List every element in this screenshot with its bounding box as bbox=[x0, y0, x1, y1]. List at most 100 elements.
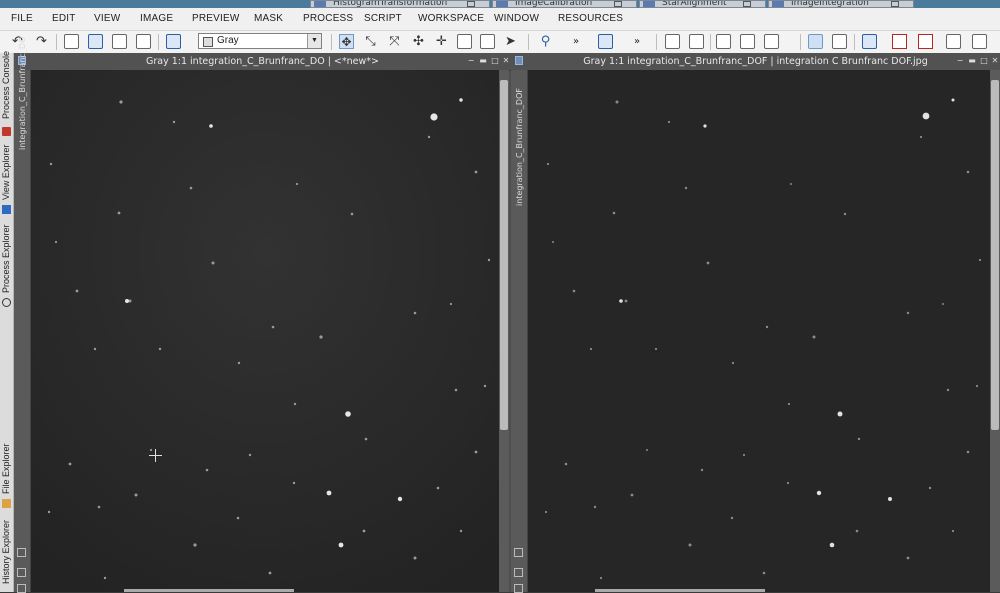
open-image-icon[interactable] bbox=[88, 34, 103, 49]
stf-link-icon[interactable] bbox=[740, 34, 755, 49]
more-tools-icon[interactable]: » bbox=[573, 36, 579, 47]
chevron-down-icon[interactable]: ▼ bbox=[307, 34, 321, 48]
mask-show-icon[interactable] bbox=[665, 34, 680, 49]
minimize-icon[interactable]: − bbox=[956, 57, 964, 65]
scrollbar-thumb[interactable] bbox=[500, 80, 508, 430]
process-tab-label: ImageCalibration bbox=[515, 0, 592, 8]
process-tab-star-alignment[interactable]: StarAlignment bbox=[639, 0, 766, 8]
process-tab-label: HistogramTransformation bbox=[333, 0, 447, 8]
starfield-image-left[interactable] bbox=[31, 70, 499, 592]
view-identifier-bar[interactable]: integration_C_Brunfranc_DO bbox=[14, 70, 31, 592]
side-tab-label: File Explorer bbox=[1, 443, 11, 494]
close-image-icon[interactable] bbox=[136, 34, 151, 49]
toolbar-separator bbox=[56, 34, 57, 50]
monitor-icon[interactable] bbox=[808, 34, 823, 49]
image-window-left[interactable]: Gray 1:1 integration_C_Brunfranc_DO | <*… bbox=[14, 53, 511, 592]
maximize-icon[interactable] bbox=[891, 1, 899, 7]
shade-icon[interactable]: ▬ bbox=[968, 57, 976, 65]
readout-mode-icon[interactable]: ✥ bbox=[339, 34, 354, 49]
color-space-icon[interactable] bbox=[166, 34, 181, 49]
redo-icon[interactable]: ↷ bbox=[34, 34, 49, 49]
close-icon[interactable]: ✕ bbox=[502, 57, 510, 65]
stf-icon[interactable] bbox=[716, 34, 731, 49]
gray-swatch-icon bbox=[203, 37, 213, 47]
side-tab-label: View Explorer bbox=[1, 145, 11, 200]
alpha-channel-icon[interactable] bbox=[918, 34, 933, 49]
side-tab-label: History Explorer bbox=[1, 520, 11, 584]
starfield-image-right[interactable] bbox=[528, 70, 990, 592]
menu-script[interactable]: SCRIPT bbox=[364, 13, 402, 24]
sigma-icon bbox=[772, 1, 784, 8]
view-identifier: integration_C_Brunfranc_DO bbox=[18, 37, 27, 150]
zoom-out-mode-icon[interactable]: ⤧ bbox=[387, 34, 402, 49]
histogram-icon bbox=[314, 1, 326, 8]
process-tab-image-integration[interactable]: ImageIntegration bbox=[768, 0, 914, 8]
color-space-value: Gray bbox=[217, 34, 239, 48]
vertical-scrollbar[interactable] bbox=[499, 70, 509, 592]
process-icon[interactable] bbox=[598, 34, 613, 49]
process-tab-histogram-transformation[interactable]: HistogramTransformation bbox=[310, 0, 490, 8]
side-tab-label: Process Console bbox=[1, 51, 11, 119]
side-panel: Process Console View Explorer Process Ex… bbox=[0, 53, 14, 592]
window-title: Gray 1:1 integration_C_Brunfranc_DO | <*… bbox=[14, 56, 511, 67]
shade-icon[interactable]: ▬ bbox=[479, 57, 487, 65]
center-view-icon[interactable]: ✛ bbox=[434, 34, 449, 49]
layout-icon[interactable] bbox=[972, 34, 987, 49]
crosshair-cursor-icon bbox=[149, 449, 162, 462]
fit-view-icon[interactable] bbox=[17, 548, 26, 557]
zoom-in-mode-icon[interactable]: ⤡ bbox=[363, 34, 378, 49]
menu-preview[interactable]: PREVIEW bbox=[192, 13, 240, 24]
screen-transfer-icon[interactable] bbox=[832, 34, 847, 49]
minimize-icon[interactable]: − bbox=[467, 57, 475, 65]
save-image-icon[interactable] bbox=[112, 34, 127, 49]
maximize-icon[interactable] bbox=[467, 1, 475, 7]
window-title: Gray 1:1 integration_C_Brunfranc_DOF | i… bbox=[511, 56, 1000, 67]
toolbar-separator bbox=[158, 34, 159, 50]
view-identifier: integration_C_Brunfranc_DOF bbox=[515, 88, 524, 206]
stf-reset-icon[interactable] bbox=[764, 34, 779, 49]
vertical-scrollbar[interactable] bbox=[990, 70, 1000, 592]
new-image-icon[interactable] bbox=[64, 34, 79, 49]
menu-file[interactable]: FILE bbox=[11, 13, 33, 24]
menu-image[interactable]: IMAGE bbox=[140, 13, 173, 24]
edit-preview-icon[interactable] bbox=[480, 34, 495, 49]
window-title-bar[interactable]: Gray 1:1 integration_C_Brunfranc_DO | <*… bbox=[14, 53, 511, 71]
menu-window[interactable]: WINDOW bbox=[494, 13, 539, 24]
zoom-view-icon[interactable] bbox=[514, 568, 523, 577]
view-identifier-bar[interactable]: integration_C_Brunfranc_DOF bbox=[511, 70, 528, 592]
maximize-icon[interactable] bbox=[614, 1, 622, 7]
palette-icon[interactable] bbox=[946, 34, 961, 49]
process-explorer-icon bbox=[2, 298, 11, 307]
calibration-icon bbox=[496, 1, 508, 8]
close-icon[interactable]: ✕ bbox=[991, 57, 999, 65]
menu-edit[interactable]: EDIT bbox=[52, 13, 76, 24]
pan-mode-icon[interactable]: ✣ bbox=[411, 34, 426, 49]
scrollbar-thumb[interactable] bbox=[991, 80, 999, 430]
process-tab-label: StarAlignment bbox=[662, 0, 727, 8]
new-preview-icon[interactable] bbox=[457, 34, 472, 49]
display-channel-icon[interactable] bbox=[862, 34, 877, 49]
zoom-view-icon[interactable] bbox=[17, 568, 26, 577]
more-tools-icon[interactable]: » bbox=[634, 36, 640, 47]
image-window-right[interactable]: Gray 1:1 integration_C_Brunfranc_DOF | i… bbox=[511, 53, 1000, 592]
fit-view-icon[interactable] bbox=[514, 548, 523, 557]
mask-enable-icon[interactable] bbox=[689, 34, 704, 49]
maximize-icon[interactable]: □ bbox=[491, 57, 499, 65]
window-title-bar[interactable]: Gray 1:1 integration_C_Brunfranc_DOF | i… bbox=[511, 53, 1000, 71]
red-channel-icon[interactable] bbox=[892, 34, 907, 49]
color-space-select[interactable]: Gray ▼ bbox=[198, 33, 322, 49]
menu-process[interactable]: PROCESS bbox=[303, 13, 353, 24]
select-arrow-icon[interactable]: ➤ bbox=[503, 34, 518, 49]
process-tab-label: ImageIntegration bbox=[791, 0, 869, 8]
process-tab-image-calibration[interactable]: ImageCalibration bbox=[492, 0, 637, 8]
menu-mask[interactable]: MASK bbox=[254, 13, 283, 24]
menu-workspace[interactable]: WORKSPACE bbox=[418, 13, 484, 24]
toolbar-separator bbox=[710, 34, 711, 50]
maximize-icon[interactable] bbox=[743, 1, 751, 7]
menu-resources[interactable]: RESOURCES bbox=[558, 13, 623, 24]
zoom-icon[interactable]: ⚲ bbox=[538, 34, 553, 49]
maximize-icon[interactable]: □ bbox=[980, 57, 988, 65]
menu-view[interactable]: VIEW bbox=[94, 13, 120, 24]
toolbar-separator bbox=[800, 34, 801, 50]
toolbar-separator bbox=[528, 34, 529, 50]
